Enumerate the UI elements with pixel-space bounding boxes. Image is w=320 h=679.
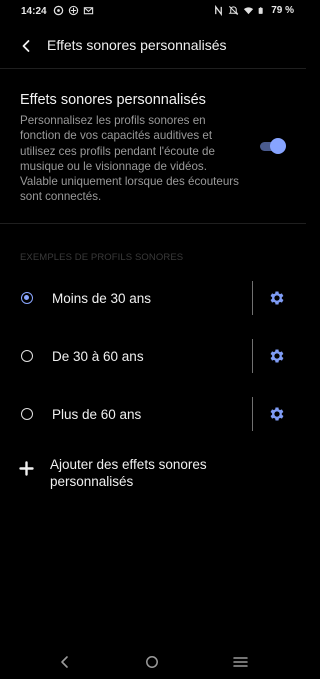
section-divider [0,223,306,224]
profile-row-under-30[interactable]: Moins de 30 ans [0,279,306,319]
status-time: 14:24 [21,6,47,17]
nfc-icon [215,5,223,16]
personalized-sound-switch[interactable] [258,138,286,154]
sync-icon [53,5,64,16]
add-custom-sound-effects-button[interactable]: Ajouter des effets sonores personnalisés [0,452,306,496]
back-arrow-icon [22,40,30,52]
battery-percent: 79 % [271,5,294,16]
profiles-section-header: EXEMPLES DE PROFILS SONORES [20,252,184,263]
row-separator [252,281,253,315]
mail-icon [83,7,94,15]
setting-description: Personnalisez les profils sonores en fon… [20,114,239,204]
row-separator [252,339,253,373]
row-separator [252,397,253,431]
status-bar: 14:24 79 % [0,0,306,24]
wifi-icon [244,7,254,15]
profile-row-30-60[interactable]: De 30 à 60 ans [0,337,306,377]
gear-icon[interactable] [268,289,286,307]
home-icon[interactable] [145,655,159,669]
back-button[interactable] [14,34,38,58]
personalized-sound-toggle-row[interactable]: Effets sonores personnalisés Personnalis… [0,86,306,220]
menu-icon[interactable] [233,656,248,668]
status-left-icons [53,5,94,16]
switch-thumb [270,138,286,154]
status-right-icons: 79 % [213,5,294,16]
setting-title: Effets sonores personnalisés [20,92,206,108]
profile-label: De 30 à 60 ans [52,349,144,364]
profile-label: Moins de 30 ans [52,291,152,306]
profile-row-over-60[interactable]: Plus de 60 ans [0,395,306,435]
page-title: Effets sonores personnalisés [47,37,227,53]
radio-button-selected[interactable] [21,292,33,304]
header-divider [0,68,306,69]
back-icon[interactable] [58,655,72,669]
gear-icon[interactable] [268,347,286,365]
app-bar: Effets sonores personnalisés [0,24,306,68]
gear-icon[interactable] [268,405,286,423]
add-label: Ajouter des effets sonores personnalisés [50,457,207,489]
radio-button[interactable] [21,408,33,420]
battery-icon [258,7,263,14]
share-icon [68,5,79,16]
system-nav-bar [0,645,306,679]
radio-button[interactable] [21,350,33,362]
profile-label: Plus de 60 ans [52,407,142,422]
mute-icon [228,5,239,16]
plus-icon [19,461,34,476]
